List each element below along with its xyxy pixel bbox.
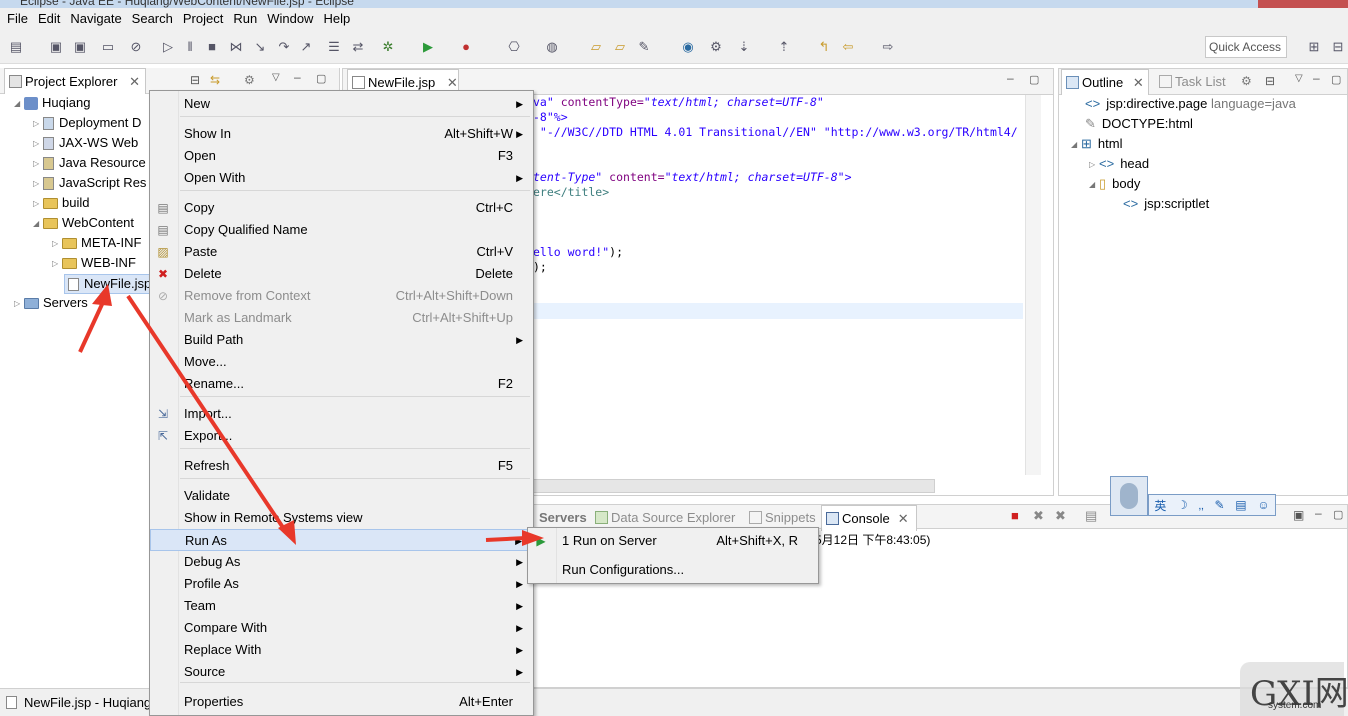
arrow-to-run-as — [126, 294, 288, 534]
arrow-head — [92, 284, 112, 306]
arrow-to-run-on-server — [485, 536, 527, 542]
arrow-head — [522, 530, 544, 546]
arrow-to-newfile — [78, 299, 106, 353]
annotation-arrows — [78, 284, 544, 546]
